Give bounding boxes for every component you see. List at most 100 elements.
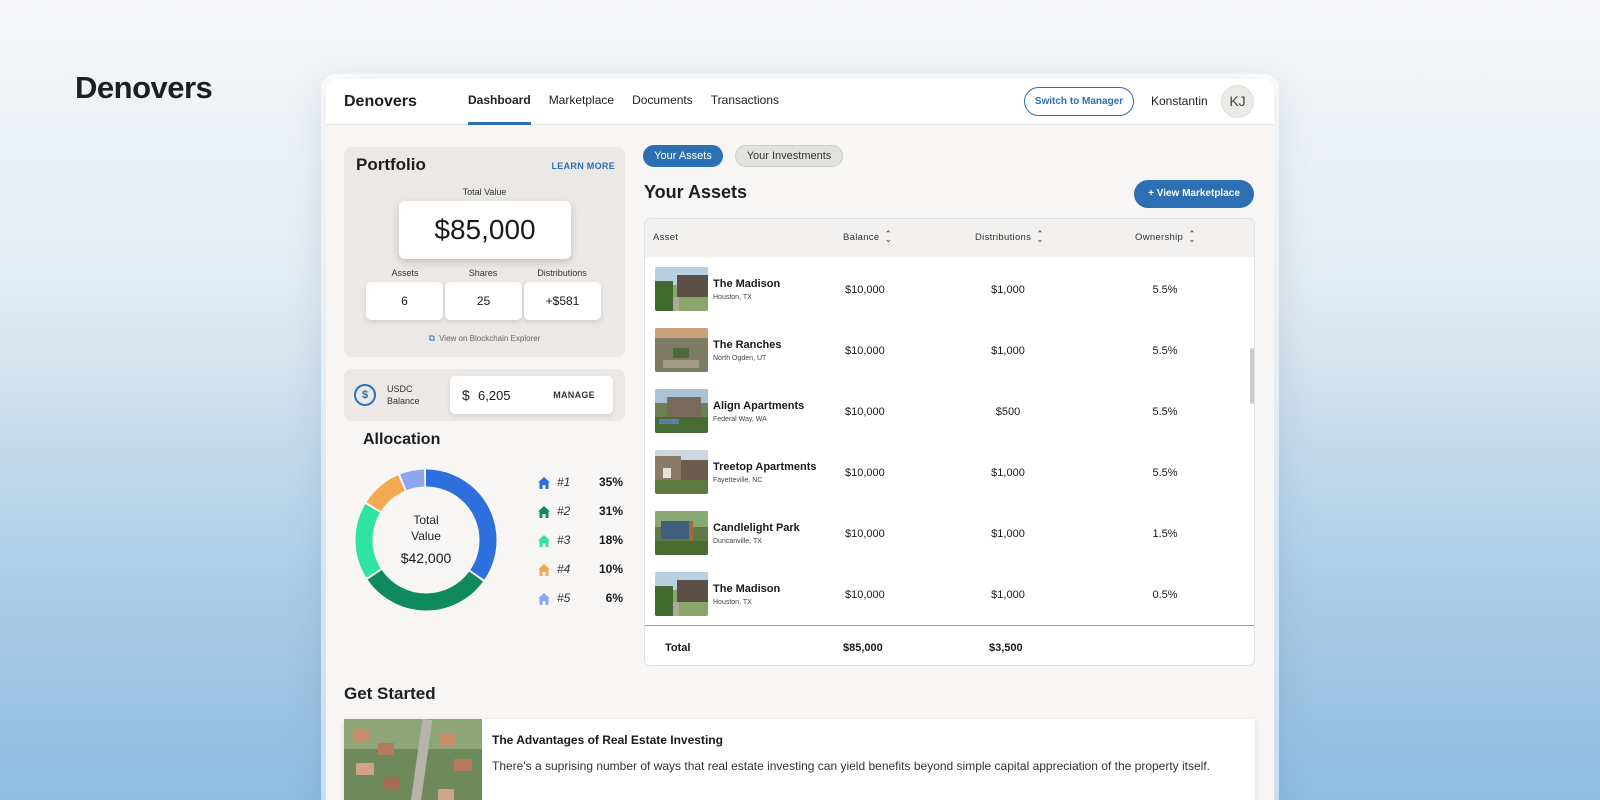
allocation-percent: 6%	[605, 591, 623, 605]
view-marketplace-button[interactable]: + View Marketplace	[1134, 180, 1254, 208]
sort-icon[interactable]: ⌃ ⌄	[884, 230, 892, 244]
article-description: There's a suprising number of ways that …	[492, 759, 1211, 773]
table-scrollbar[interactable]	[1250, 348, 1254, 404]
assets-title: Your Assets	[644, 182, 748, 202]
column-header-label: Ownership	[1135, 232, 1184, 243]
property-thumbnail	[655, 450, 708, 494]
usdc-coin-icon: $	[354, 384, 376, 406]
property-thumbnail	[655, 572, 708, 616]
total-distributions: $3,500	[989, 642, 1023, 654]
asset-ownership: 1.5%	[1152, 528, 1178, 540]
house-icon	[538, 477, 550, 489]
table-row[interactable]: The Madison Houston, TX $10,000 $1,000 0…	[645, 562, 1254, 623]
asset-location: Fayetteville, NC	[713, 477, 763, 484]
nav-dashboard[interactable]: Dashboard	[468, 79, 531, 125]
blockchain-explorer-link[interactable]: ⧉ View on Blockchain Explorer	[344, 333, 625, 344]
house-icon	[538, 506, 550, 518]
app-window: Denovers Dashboard Marketplace Documents…	[326, 79, 1274, 800]
allocation-rank: #4	[557, 562, 571, 576]
table-row[interactable]: The Madison Houston, TX $10,000 $1,000 5…	[645, 257, 1254, 318]
assets-table: Asset Balance ⌃ ⌄ Distributions ⌃ ⌄ Ownershi…	[644, 218, 1255, 666]
article-title[interactable]: The Advantages of Real Estate Investing	[492, 733, 723, 747]
table-row[interactable]: Treetop Apartments Fayetteville, NC $10,…	[645, 440, 1254, 501]
tab-your-assets[interactable]: Your Assets	[643, 145, 723, 167]
usdc-balance-label: USDC Balance	[387, 384, 420, 406]
donut-center: Total Value $42,000	[351, 465, 501, 615]
allocation-legend-item: #2 31%	[537, 503, 627, 521]
article-card[interactable]: The Advantages of Real Estate Investing …	[344, 719, 1255, 800]
total-value-label: Total Value	[462, 187, 507, 197]
asset-balance: $10,000	[845, 467, 885, 479]
sort-icon[interactable]: ⌃ ⌄	[1188, 230, 1196, 244]
nav-transactions[interactable]: Transactions	[711, 79, 779, 125]
asset-balance: $10,000	[845, 406, 885, 418]
table-row[interactable]: Align Apartments Federal Way, WA $10,000…	[645, 379, 1254, 440]
stat-value-assets: 6	[366, 282, 443, 320]
user-name[interactable]: Konstantin	[1151, 94, 1208, 108]
table-row[interactable]: The Ranches North Ogden, UT $10,000 $1,0…	[645, 318, 1254, 379]
nav-documents[interactable]: Documents	[632, 79, 693, 125]
asset-ownership: 5.5%	[1152, 406, 1178, 418]
main-nav: Dashboard Marketplace Documents Transact…	[468, 79, 797, 125]
asset-location: North Ogden, UT	[713, 355, 767, 362]
table-row[interactable]: Candlelight Park Duncanville, TX $10,000…	[645, 501, 1254, 562]
property-thumbnail	[655, 511, 708, 555]
sort-icon[interactable]: ⌃ ⌄	[1036, 230, 1044, 244]
switch-to-manager-button[interactable]: Switch to Manager	[1024, 87, 1134, 116]
property-thumbnail	[655, 389, 708, 433]
house-icon	[538, 593, 550, 605]
asset-name: Candlelight Park	[713, 522, 800, 534]
manage-button[interactable]: MANAGE	[553, 390, 595, 400]
avatar[interactable]: KJ	[1221, 85, 1254, 118]
table-footer: Total $85,000 $3,500	[645, 625, 1254, 665]
usdc-balance-card: $ USDC Balance $ 6,205 MANAGE	[344, 369, 625, 421]
app-brand[interactable]: Denovers	[344, 93, 417, 111]
property-thumbnail	[655, 328, 708, 372]
asset-distributions: $1,000	[991, 467, 1025, 479]
usdc-balance-value: 6,205	[478, 388, 511, 403]
asset-balance: $10,000	[845, 589, 885, 601]
asset-name: The Madison	[713, 583, 781, 595]
column-header-asset[interactable]: Asset	[653, 232, 678, 243]
allocation-legend-item: #5 6%	[537, 590, 627, 608]
donut-center-label: Total Value	[411, 513, 441, 543]
asset-name: Align Apartments	[713, 400, 805, 412]
allocation-legend-item: #3 18%	[537, 532, 627, 550]
asset-distributions: $1,000	[991, 528, 1025, 540]
stat-value-distributions: +$581	[524, 282, 601, 320]
allocation-percent: 31%	[598, 504, 623, 518]
allocation-rank: #2	[557, 504, 571, 518]
asset-balance: $10,000	[845, 345, 885, 357]
portfolio-card: Portfolio LEARN MORE Total Value $85,000…	[344, 147, 625, 357]
asset-balance: $10,000	[845, 528, 885, 540]
explorer-link-label: View on Blockchain Explorer	[439, 334, 541, 343]
column-header-distributions[interactable]: Distributions ⌃ ⌄	[975, 230, 1044, 244]
usdc-balance-box: $ 6,205 MANAGE	[450, 376, 613, 414]
external-link-icon: ⧉	[428, 333, 436, 343]
allocation-rank: #3	[557, 533, 571, 547]
column-header-label: Balance	[843, 232, 880, 243]
asset-ownership: 5.5%	[1152, 467, 1178, 479]
allocation-rank: #5	[557, 591, 571, 605]
column-header-balance[interactable]: Balance ⌃ ⌄	[843, 230, 892, 244]
allocation-legend-item: #4 10%	[537, 561, 627, 579]
asset-location: Houston, TX	[713, 294, 752, 301]
nav-marketplace[interactable]: Marketplace	[549, 79, 614, 125]
total-balance: $85,000	[843, 642, 883, 654]
allocation-percent: 10%	[598, 562, 623, 576]
asset-ownership: 0.5%	[1152, 589, 1178, 601]
column-header-ownership[interactable]: Ownership ⌃ ⌄	[1135, 230, 1196, 244]
plus-icon: +	[1148, 188, 1157, 199]
asset-name: Treetop Apartments	[713, 461, 817, 473]
tab-your-investments[interactable]: Your Investments	[735, 145, 843, 167]
stat-label-distributions: Distributions	[537, 268, 587, 278]
asset-location: Duncanville, TX	[713, 538, 762, 545]
get-started-title: Get Started	[344, 684, 436, 703]
column-header-label: Distributions	[975, 232, 1032, 243]
donut-center-value: $42,000	[400, 550, 452, 566]
learn-more-link[interactable]: LEARN MORE	[552, 161, 616, 171]
asset-distributions: $1,000	[991, 589, 1025, 601]
asset-distributions: $500	[995, 406, 1021, 418]
view-marketplace-label: View Marketplace	[1156, 188, 1240, 199]
house-icon	[538, 564, 550, 576]
